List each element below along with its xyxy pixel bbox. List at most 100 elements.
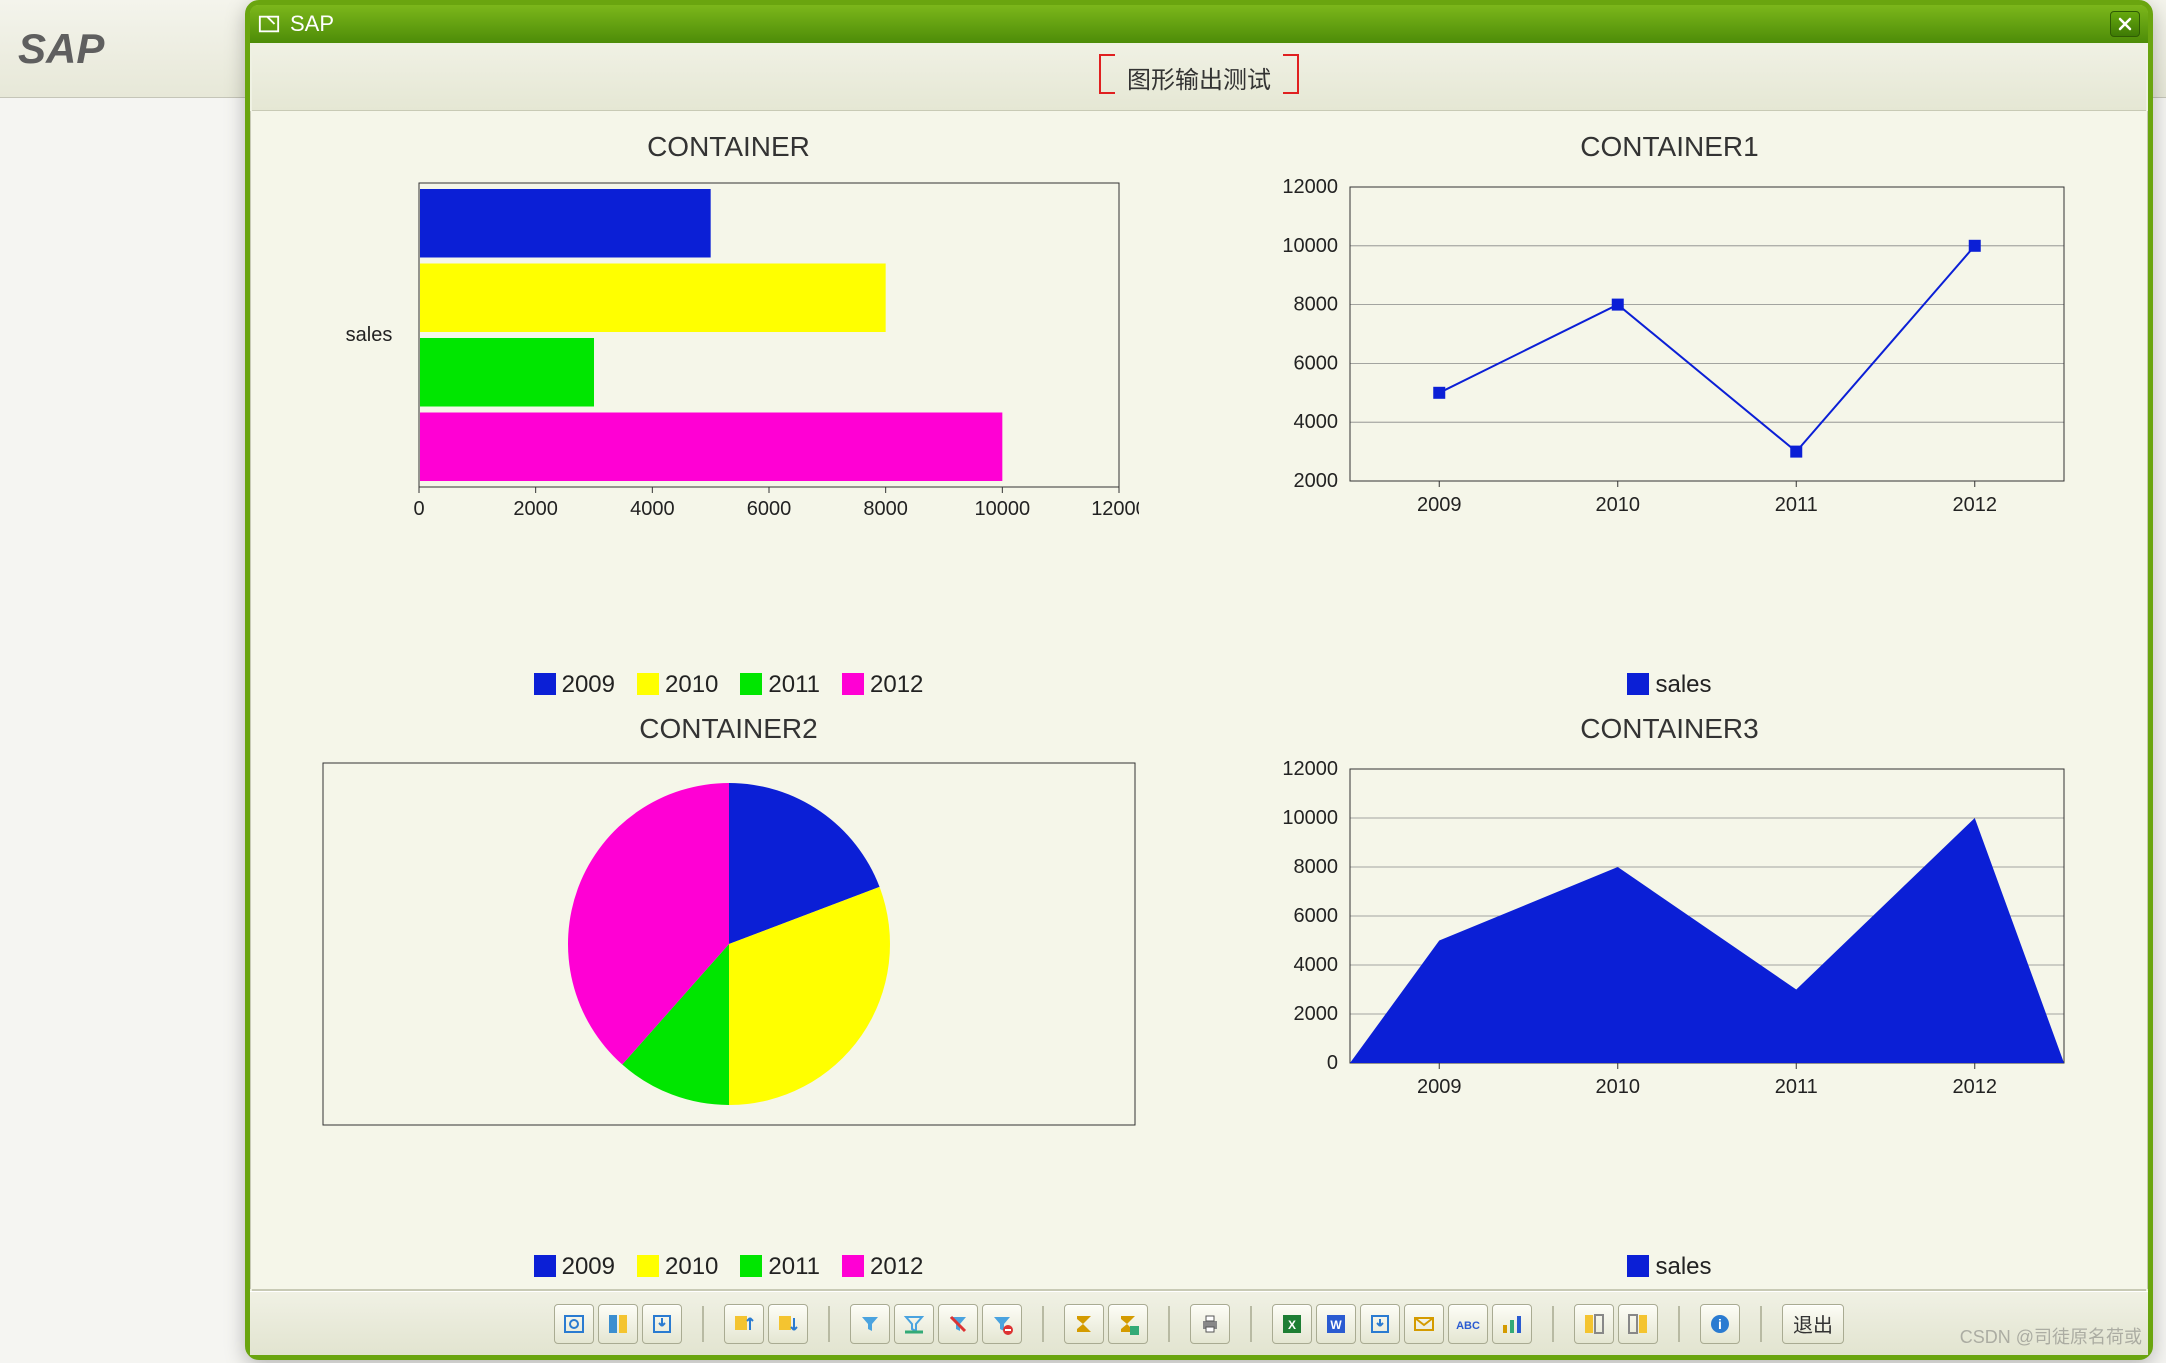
svg-text:6000: 6000 — [746, 498, 791, 520]
filter-set-icon — [858, 1312, 882, 1336]
legend-swatch — [534, 1255, 556, 1277]
svg-text:sales: sales — [345, 324, 392, 346]
legend-label: 2010 — [665, 1253, 718, 1280]
mail-icon — [1412, 1312, 1436, 1336]
page-title: 图形输出测试 — [1099, 54, 1299, 101]
toolbar-filter-clear-button[interactable] — [938, 1304, 978, 1344]
toolbar-export-button[interactable] — [642, 1304, 682, 1344]
toolbar-exit-button[interactable]: 退出 — [1782, 1304, 1844, 1344]
svg-text:i: i — [1718, 1316, 1722, 1332]
toolbar-details-button[interactable] — [554, 1304, 594, 1344]
toolbar-local-button[interactable] — [1360, 1304, 1400, 1344]
chart-grid: CONTAINERsales02000400060008000100001200… — [250, 111, 2148, 1289]
toolbar-layout-button[interactable] — [598, 1304, 638, 1344]
chart-plot[interactable]: 0200040006000800010000120002009201020112… — [1216, 759, 2123, 1243]
subtotal-icon — [1116, 1312, 1140, 1336]
svg-text:4000: 4000 — [1293, 954, 1338, 976]
legend-item: sales — [1627, 1253, 1711, 1281]
export-icon — [650, 1312, 674, 1336]
toolbar-separator — [1250, 1306, 1252, 1342]
toolbar-separator — [1042, 1306, 1044, 1342]
toolbar-print-button[interactable] — [1190, 1304, 1230, 1344]
svg-text:ABC: ABC — [1456, 1320, 1480, 1332]
legend-item: 2009 — [534, 671, 615, 699]
legend-label: 2011 — [768, 1253, 820, 1280]
toolbar-filter-del-button[interactable] — [982, 1304, 1022, 1344]
toolbar-group — [554, 1304, 682, 1344]
toolbar-filter-set-button[interactable] — [850, 1304, 890, 1344]
deselect-cols-icon — [1626, 1312, 1650, 1336]
svg-text:8000: 8000 — [1293, 856, 1338, 878]
svg-text:X: X — [1288, 1318, 1296, 1332]
info-icon: i — [1708, 1312, 1732, 1336]
legend-swatch — [637, 673, 659, 695]
toolbar-select-cols-button[interactable] — [1574, 1304, 1614, 1344]
chart-panel-2: CONTAINER22009201020112012 — [275, 713, 1182, 1281]
chart-title: CONTAINER3 — [1580, 713, 1758, 745]
svg-text:2011: 2011 — [1774, 494, 1817, 516]
alv-toolbar: X W ABC i 退出 — [250, 1291, 2148, 1355]
toolbar-filter-line-button[interactable] — [894, 1304, 934, 1344]
chart-legend: 2009201020112012 — [534, 1253, 924, 1281]
legend-label: sales — [1655, 671, 1711, 698]
toolbar-group: i — [1700, 1304, 1740, 1344]
svg-text:6000: 6000 — [1293, 905, 1338, 927]
close-button[interactable] — [2110, 11, 2140, 37]
legend-item: sales — [1627, 671, 1711, 699]
legend-item: 2010 — [637, 1253, 718, 1281]
svg-text:2009: 2009 — [1417, 494, 1462, 516]
chart-plot[interactable]: sales020004000600080001000012000 — [275, 177, 1182, 661]
legend-item: 2012 — [842, 1253, 923, 1281]
chart-plot[interactable] — [275, 759, 1182, 1243]
toolbar-subtotal-button[interactable] — [1108, 1304, 1148, 1344]
legend-swatch — [534, 673, 556, 695]
svg-text:2011: 2011 — [1774, 1076, 1817, 1098]
svg-text:2010: 2010 — [1595, 1076, 1640, 1098]
local-icon — [1368, 1312, 1392, 1336]
svg-text:10000: 10000 — [1282, 807, 1338, 829]
svg-text:12000: 12000 — [1282, 759, 1338, 780]
toolbar-group — [724, 1304, 808, 1344]
chart-legend: sales — [1627, 671, 1711, 699]
dialog-titlebar[interactable]: SAP — [250, 5, 2148, 43]
details-icon — [562, 1312, 586, 1336]
toolbar-abc-button[interactable]: ABC — [1448, 1304, 1488, 1344]
layout-icon — [606, 1312, 630, 1336]
toolbar-separator — [1678, 1306, 1680, 1342]
chart-panel-3: CONTAINER3020004000600080001000012000200… — [1216, 713, 2123, 1281]
svg-text:6000: 6000 — [1293, 352, 1338, 374]
toolbar-separator — [702, 1306, 704, 1342]
toolbar-mail-button[interactable] — [1404, 1304, 1444, 1344]
chart-plot[interactable]: 2000400060008000100001200020092010201120… — [1216, 177, 2123, 661]
svg-text:10000: 10000 — [1282, 235, 1338, 257]
legend-swatch — [842, 673, 864, 695]
toolbar-group — [850, 1304, 1022, 1344]
toolbar-word-button[interactable]: W — [1316, 1304, 1356, 1344]
toolbar-group: X W ABC — [1272, 1304, 1532, 1344]
toolbar-separator — [1552, 1306, 1554, 1342]
svg-text:W: W — [1330, 1318, 1342, 1332]
filter-line-icon — [902, 1312, 926, 1336]
svg-text:12000: 12000 — [1282, 177, 1338, 198]
legend-swatch — [637, 1255, 659, 1277]
svg-text:8000: 8000 — [1293, 294, 1338, 316]
legend-label: 2012 — [870, 1253, 923, 1280]
abc-icon: ABC — [1456, 1312, 1480, 1336]
close-icon — [2118, 17, 2132, 31]
toolbar-separator — [1760, 1306, 1762, 1342]
toolbar-sort-asc-button[interactable] — [724, 1304, 764, 1344]
svg-text:2000: 2000 — [1293, 1003, 1338, 1025]
toolbar-info-button[interactable]: i — [1700, 1304, 1740, 1344]
toolbar-sum-button[interactable] — [1064, 1304, 1104, 1344]
toolbar-deselect-cols-button[interactable] — [1618, 1304, 1658, 1344]
legend-swatch — [1627, 673, 1649, 695]
svg-text:8000: 8000 — [863, 498, 908, 520]
legend-item: 2010 — [637, 671, 718, 699]
toolbar-sort-desc-button[interactable] — [768, 1304, 808, 1344]
chart-legend: 2009201020112012 — [534, 671, 924, 699]
toolbar-excel-button[interactable]: X — [1272, 1304, 1312, 1344]
svg-text:4000: 4000 — [630, 498, 675, 520]
svg-text:2012: 2012 — [1952, 1076, 1997, 1098]
legend-label: sales — [1655, 1253, 1711, 1280]
toolbar-chart-button[interactable] — [1492, 1304, 1532, 1344]
